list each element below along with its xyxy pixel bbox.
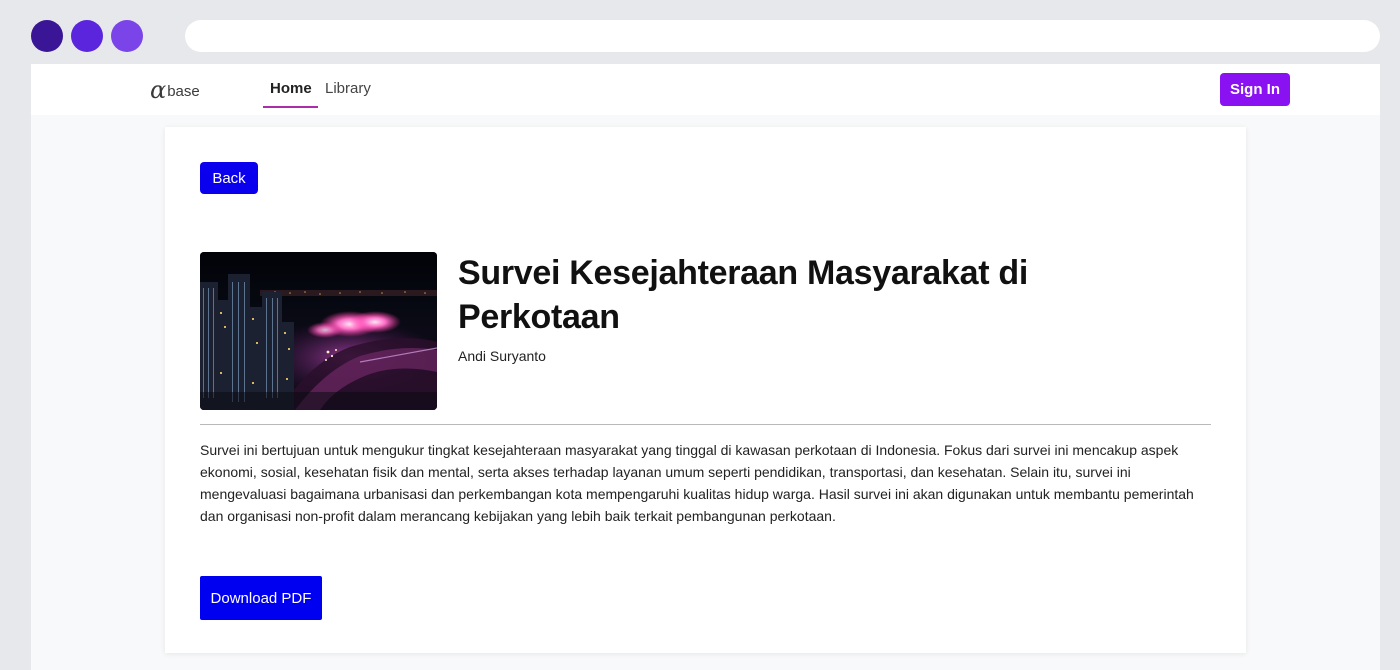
window-minimize-dot[interactable]	[71, 20, 103, 52]
logo-text: base	[167, 83, 200, 100]
browser-chrome	[0, 0, 1400, 64]
top-navbar: α base Home Library Sign In	[31, 64, 1380, 115]
window-maximize-dot[interactable]	[111, 20, 143, 52]
page-viewport: α base Home Library Sign In Back Survei …	[31, 64, 1380, 670]
active-tab-indicator	[263, 106, 318, 108]
alphabase-logo[interactable]: α base	[150, 76, 200, 102]
download-pdf-button[interactable]: Download PDF	[200, 576, 322, 620]
address-bar[interactable]	[185, 20, 1380, 52]
nav-link-library[interactable]: Library	[325, 80, 371, 98]
window-close-dot[interactable]	[31, 20, 63, 52]
document-description: Survei ini bertujuan untuk mengukur ting…	[200, 442, 1194, 524]
document-title: Survei Kesejahteraan Masyarakat di Perko…	[458, 254, 1028, 336]
logo-alpha-symbol: α	[150, 76, 167, 104]
section-divider	[200, 424, 1211, 425]
cover-image	[200, 252, 437, 410]
nav-link-home[interactable]: Home	[270, 80, 312, 98]
back-button[interactable]: Back	[200, 162, 258, 194]
document-author: Andi Suryanto	[458, 348, 546, 364]
document-detail-card: Back Survei Kesejahteraan Masyarakat di …	[165, 127, 1246, 653]
sign-in-button[interactable]: Sign In	[1220, 73, 1290, 106]
